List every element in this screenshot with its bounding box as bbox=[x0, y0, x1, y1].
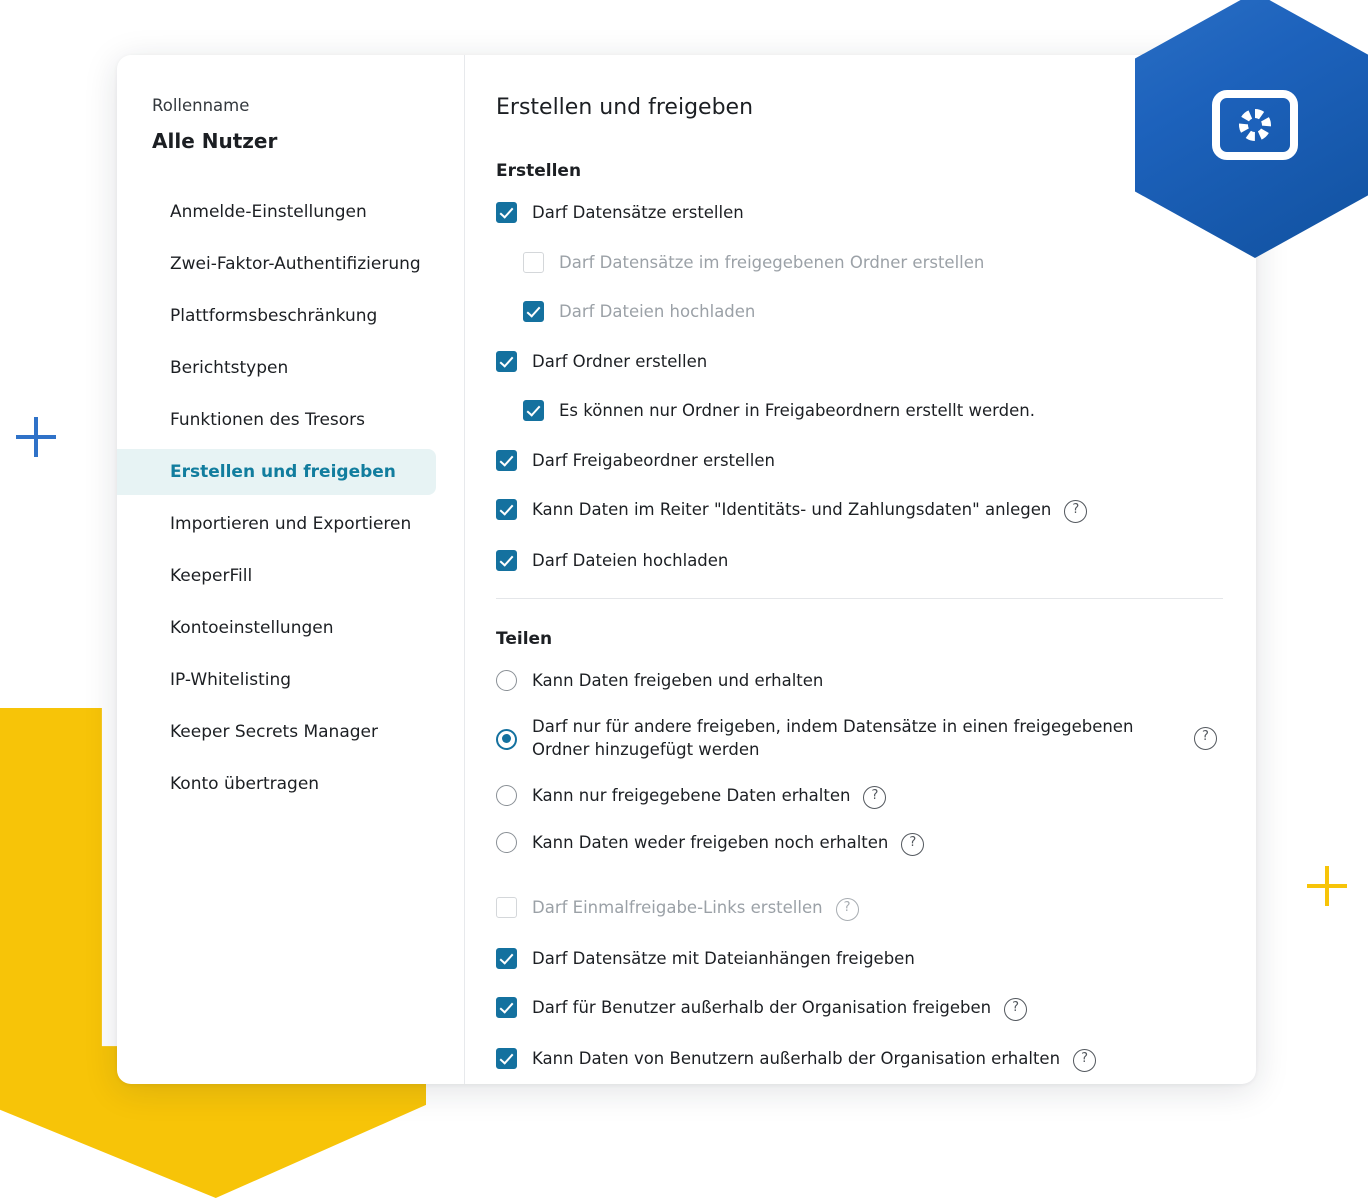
help-icon[interactable]: ? bbox=[1004, 998, 1028, 1022]
radio-row-kann-daten-freigeben-und-erhalten[interactable]: Kann Daten freigeben und erhalten bbox=[496, 669, 1222, 692]
checkbox-row-identitaets-und-zahlungsdaten[interactable]: Kann Daten im Reiter "Identitäts- und Za… bbox=[496, 498, 1222, 523]
checkbox-datensaetze-mit-dateianhaengen-freigeben[interactable] bbox=[496, 947, 517, 969]
radio-kann-daten-freigeben-und-erhalten[interactable] bbox=[496, 670, 517, 692]
sidebar-item-keeper-secrets-manager[interactable]: Keeper Secrets Manager bbox=[117, 709, 436, 755]
checkbox-label: Darf für Benutzer außerhalb der Organisa… bbox=[532, 998, 992, 1018]
sidebar-nav: Anmelde-Einstellungen Zwei-Faktor-Authen… bbox=[117, 189, 464, 807]
decorative-plus-yellow-icon bbox=[1307, 866, 1347, 906]
section-divider bbox=[496, 598, 1223, 600]
role-enforcements-card: Rollenname Alle Nutzer Anmelde-Einstellu… bbox=[117, 55, 1256, 1084]
radio-label: Kann Daten freigeben und erhalten bbox=[532, 671, 824, 691]
radio-kann-daten-weder-freigeben-noch-erhalten[interactable] bbox=[496, 831, 517, 853]
radio-row-kann-daten-weder-freigeben-noch-erhalten[interactable]: Kann Daten weder freigeben noch erhalten… bbox=[496, 831, 1222, 856]
sidebar-item-keeperfill[interactable]: KeeperFill bbox=[117, 553, 436, 599]
checkbox-row-fuer-benutzer-ausserhalb-der-organisation-freigeben[interactable]: Darf für Benutzer außerhalb der Organisa… bbox=[496, 996, 1222, 1022]
help-icon[interactable]: ? bbox=[901, 832, 925, 856]
checkbox-row-datensaetze-mit-dateianhaengen-freigeben[interactable]: Darf Datensätze mit Dateianhängen freige… bbox=[496, 947, 1222, 970]
checkbox-row-darf-dateien-hochladen[interactable]: Darf Dateien hochladen bbox=[496, 549, 1222, 572]
checkbox-label: Darf Datensätze mit Dateianhängen freige… bbox=[532, 948, 915, 968]
checkbox-row-nur-ordner-in-freigabeordnern[interactable]: Es können nur Ordner in Freigabeordnern … bbox=[496, 399, 1222, 422]
checkbox-darf-datensaetze-erstellen[interactable] bbox=[496, 202, 517, 224]
help-icon[interactable]: ? bbox=[1194, 726, 1217, 750]
checkbox-label: Darf Dateien hochladen bbox=[532, 550, 729, 570]
sidebar: Rollenname Alle Nutzer Anmelde-Einstellu… bbox=[117, 55, 465, 1084]
radio-label: Kann Daten weder freigeben noch erhalten bbox=[532, 832, 889, 852]
checkbox-label: Kann Daten im Reiter "Identitäts- und Za… bbox=[532, 499, 1052, 519]
sidebar-item-funktionen-des-tresors[interactable]: Funktionen des Tresors bbox=[117, 397, 436, 443]
help-icon[interactable]: ? bbox=[835, 897, 859, 921]
section-heading-teilen: Teilen bbox=[496, 629, 553, 650]
checkbox-row-darf-datensaetze-erstellen[interactable]: Darf Datensätze erstellen bbox=[496, 201, 1222, 224]
checkbox-label: Darf Datensätze erstellen bbox=[532, 203, 744, 223]
checkbox-label: Darf Ordner erstellen bbox=[532, 351, 708, 371]
checkbox-darf-dateien-hochladen[interactable] bbox=[496, 549, 517, 571]
sidebar-item-anmelde-einstellungen[interactable]: Anmelde-Einstellungen bbox=[117, 189, 436, 235]
sidebar-item-berichtstypen[interactable]: Berichtstypen bbox=[117, 345, 436, 391]
sidebar-item-importieren-und-exportieren[interactable]: Importieren und Exportieren bbox=[117, 501, 436, 547]
checkbox-darf-ordner-erstellen[interactable] bbox=[496, 350, 517, 372]
checkbox-label: Darf Freigabeordner erstellen bbox=[532, 450, 775, 470]
radio-label: Darf nur für andere freigeben, indem Dat… bbox=[532, 716, 1134, 760]
settings-panel: Erstellen und freigeben Erstellen Darf D… bbox=[465, 55, 1256, 1084]
settings-window-gear-icon bbox=[1212, 90, 1298, 160]
sidebar-item-kontoeinstellungen[interactable]: Kontoeinstellungen bbox=[117, 605, 436, 651]
sidebar-item-ip-whitelisting[interactable]: IP-Whitelisting bbox=[117, 657, 436, 703]
checkbox-label: Darf Einmalfreigabe-Links erstellen bbox=[532, 897, 823, 917]
checkbox-label: Darf Dateien hochladen bbox=[559, 302, 756, 322]
section-heading-erstellen: Erstellen bbox=[496, 161, 582, 182]
checkbox-darf-datensaetze-im-freigegebenen-ordner-erstellen[interactable] bbox=[523, 251, 544, 273]
checkbox-row-darf-einmalfreigabe-links-erstellen[interactable]: Darf Einmalfreigabe-Links erstellen ? bbox=[496, 896, 1222, 921]
checkbox-row-darf-ordner-erstellen[interactable]: Darf Ordner erstellen bbox=[496, 350, 1222, 373]
checkbox-label: Darf Datensätze im freigegebenen Ordner … bbox=[559, 252, 985, 272]
checkbox-darf-einmalfreigabe-links-erstellen[interactable] bbox=[496, 896, 517, 918]
decorative-plus-blue-icon bbox=[16, 417, 56, 457]
checkbox-row-darf-freigabeordner-erstellen[interactable]: Darf Freigabeordner erstellen bbox=[496, 449, 1222, 472]
help-icon[interactable]: ? bbox=[1073, 1049, 1097, 1073]
checkbox-darf-freigabeordner-erstellen[interactable] bbox=[496, 449, 517, 471]
sidebar-item-konto-uebertragen[interactable]: Konto übertragen bbox=[117, 761, 436, 807]
page-title: Erstellen und freigeben bbox=[496, 95, 754, 120]
radio-row-kann-nur-freigegebene-daten-erhalten[interactable]: Kann nur freigegebene Daten erhalten ? bbox=[496, 784, 1222, 809]
checkbox-daten-von-benutzern-ausserhalb-der-organisation-erhalten[interactable] bbox=[496, 1048, 517, 1070]
help-icon[interactable]: ? bbox=[863, 785, 887, 809]
help-icon[interactable]: ? bbox=[1064, 499, 1088, 523]
checkbox-identitaets-und-zahlungsdaten[interactable] bbox=[496, 498, 517, 520]
radio-label: Kann nur freigegebene Daten erhalten bbox=[532, 785, 851, 805]
checkbox-row-darf-dateien-hochladen-sub[interactable]: Darf Dateien hochladen bbox=[496, 300, 1222, 323]
role-name-value: Alle Nutzer bbox=[152, 128, 278, 153]
checkbox-fuer-benutzer-ausserhalb-der-organisation-freigeben[interactable] bbox=[496, 997, 517, 1019]
checkbox-row-darf-datensaetze-im-freigegebenen-ordner-erstellen[interactable]: Darf Datensätze im freigegebenen Ordner … bbox=[496, 251, 1222, 274]
checkbox-nur-ordner-in-freigabeordnern[interactable] bbox=[523, 400, 544, 422]
sidebar-item-erstellen-und-freigeben[interactable]: Erstellen und freigeben bbox=[117, 448, 436, 495]
sidebar-item-zwei-faktor-authentifizierung[interactable]: Zwei-Faktor-Authentifizierung bbox=[117, 241, 436, 287]
radio-darf-nur-fuer-andere-freigeben[interactable] bbox=[496, 728, 517, 750]
checkbox-label: Kann Daten von Benutzern außerhalb der O… bbox=[532, 1049, 1061, 1069]
radio-row-darf-nur-fuer-andere-freigeben[interactable]: Darf nur für andere freigeben, indem Dat… bbox=[496, 715, 1222, 762]
checkbox-row-daten-von-benutzern-ausserhalb-der-organisation-erhalten[interactable]: Kann Daten von Benutzern außerhalb der O… bbox=[496, 1047, 1222, 1073]
sidebar-item-plattformsbeschraenkung[interactable]: Plattformsbeschränkung bbox=[117, 293, 436, 339]
radio-kann-nur-freigegebene-daten-erhalten[interactable] bbox=[496, 784, 517, 806]
role-name-label: Rollenname bbox=[152, 96, 250, 115]
checkbox-darf-dateien-hochladen-sub[interactable] bbox=[523, 301, 544, 323]
checkbox-label: Es können nur Ordner in Freigabeordnern … bbox=[559, 401, 1035, 421]
